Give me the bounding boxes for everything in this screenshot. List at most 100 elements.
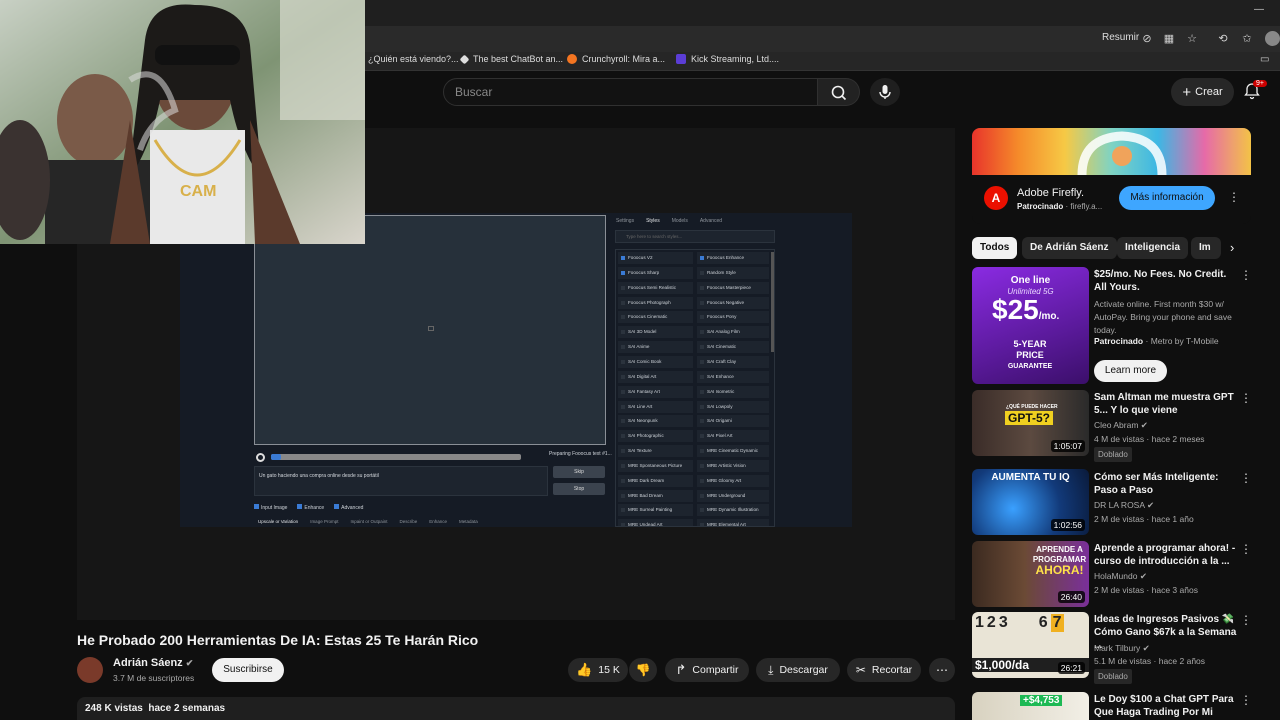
style-option[interactable]: Fooocus V2 (618, 252, 693, 264)
settings-tab[interactable]: Settings (616, 218, 634, 224)
settings-tab[interactable]: Models (672, 218, 688, 224)
more-vertical-icon[interactable]: ⋮ (1240, 613, 1252, 627)
bookmark-item[interactable]: Crunchyroll: Mira a... (567, 54, 665, 64)
bottom-tab[interactable]: Image Prompt (310, 519, 338, 524)
sync-icon[interactable]: ⟲ (1216, 32, 1230, 46)
search-button[interactable] (818, 78, 860, 106)
style-option[interactable]: MRE Elemental Art (697, 519, 769, 526)
stop-button[interactable]: Stop (553, 483, 605, 495)
related-title[interactable]: $25/mo. No Fees. No Credit. All Yours. (1094, 268, 1238, 294)
more-vertical-icon[interactable]: ⋮ (1240, 542, 1252, 556)
favorite-star-icon[interactable]: ☆ (1185, 32, 1199, 46)
summary-button[interactable]: Resumir (1102, 32, 1139, 43)
related-title[interactable]: Aprende a programar ahora! - curso de in… (1094, 542, 1238, 568)
more-actions-button[interactable]: ⋯ (929, 658, 955, 682)
chip-from-channel[interactable]: De Adrián Sáenz (1022, 237, 1117, 259)
style-option[interactable]: SAI Isometric (697, 385, 769, 398)
related-title[interactable]: Cómo ser Más Inteligente: Paso a Paso (1094, 471, 1238, 497)
style-option[interactable]: SAI Comic Book (618, 355, 693, 368)
style-option[interactable]: Fooocus Sharp (618, 266, 693, 279)
bottom-tab[interactable]: Inpaint or Outpaint (350, 519, 387, 524)
extensions-icon[interactable]: ▦ (1162, 32, 1176, 46)
style-option[interactable]: SAI Craft Clay (697, 355, 769, 368)
related-thumbnail[interactable]: APRENDE A PROGRAMAR AHORA! 26:40 (972, 541, 1089, 607)
more-vertical-icon[interactable]: ⋮ (1240, 471, 1252, 485)
style-option[interactable]: MRE Undead Art (618, 519, 693, 526)
related-title[interactable]: Sam Altman me muestra GPT 5... Y lo que … (1094, 391, 1238, 417)
voice-search-button[interactable] (870, 78, 900, 106)
style-option[interactable]: SAI Lowpoly (697, 400, 769, 413)
style-option[interactable]: SAI Analog Film (697, 326, 769, 339)
style-option[interactable]: Fooocus Masterpiece (697, 281, 769, 294)
related-thumbnail[interactable]: ¿QUÉ PUEDE HACER GPT-5? 1:05:07 (972, 390, 1089, 456)
style-option[interactable]: SAI Anime (618, 341, 693, 354)
style-option[interactable]: SAI 3D Model (618, 326, 693, 339)
chip-all[interactable]: Todos (972, 237, 1018, 259)
bookmark-item[interactable]: ¿Quién está viendo?... (368, 54, 459, 64)
style-option[interactable]: SAI Photographic (618, 430, 693, 443)
more-vertical-icon[interactable]: ⋮ (1240, 693, 1252, 707)
picture-in-picture-overlay[interactable]: CAM (0, 0, 365, 244)
bottom-tab[interactable]: Upscale or Variation (258, 519, 298, 524)
bookmark-item[interactable]: Kick Streaming, Ltd.... (676, 54, 779, 64)
style-option[interactable]: Fooocus Photograph (618, 296, 693, 309)
minimize-icon[interactable]: — (1254, 4, 1264, 15)
chip-intelligence[interactable]: Inteligencia (1117, 237, 1189, 259)
other-favorites-icon[interactable]: ▭ (1260, 54, 1269, 65)
ad-card[interactable]: A Adobe Firefly. Patrocinado · firefly.a… (972, 128, 1251, 224)
create-button[interactable]: + Crear (1171, 78, 1234, 106)
style-option[interactable]: MRE Cinematic Dynamic (697, 445, 769, 458)
option-enhance[interactable]: Enhance (297, 504, 324, 511)
settings-tab[interactable]: Advanced (700, 218, 722, 224)
channel-name[interactable]: Adrián Sáenz ✔ (113, 657, 193, 669)
style-option[interactable]: SAI Origami (697, 415, 769, 428)
style-option[interactable]: Fooocus Pony (697, 311, 769, 324)
profile-avatar[interactable] (1265, 31, 1280, 46)
option-input-image[interactable]: Input Image (254, 504, 287, 511)
style-option[interactable]: SAI Neonpunk (618, 415, 693, 428)
style-option[interactable]: SAI Line Art (618, 400, 693, 413)
style-option[interactable]: MRE Surreal Painting (618, 504, 693, 517)
search-input[interactable]: Buscar (443, 78, 818, 106)
style-option[interactable]: SAI Enhance (697, 370, 769, 383)
download-button[interactable]: ⤓ Descargar (756, 658, 840, 682)
style-option[interactable]: MRE Spontaneous Picture (618, 459, 693, 472)
style-option[interactable]: Fooocus Negative (697, 296, 769, 309)
style-option[interactable]: MRE Dynamic Illustration (697, 504, 769, 517)
copilot-icon[interactable]: ⊘ (1140, 32, 1154, 46)
learn-more-button[interactable]: Learn more (1094, 360, 1167, 382)
more-vertical-icon[interactable]: ⋮ (1240, 391, 1252, 405)
chevron-right-icon[interactable]: › (1230, 240, 1234, 255)
share-button[interactable]: ↱ Compartir (665, 658, 749, 682)
channel-avatar[interactable] (77, 657, 103, 683)
dislike-button[interactable]: 👎 (629, 658, 657, 682)
style-option[interactable]: MRE Gloomy Art (697, 474, 769, 487)
like-button[interactable]: 👍 15 K (568, 658, 628, 682)
style-option[interactable]: Fooocus Semi Realistic (618, 281, 693, 294)
settings-tab[interactable]: Styles (646, 218, 660, 224)
styles-scrollbar[interactable] (771, 252, 774, 352)
related-title[interactable]: Le Doy $100 a Chat GPT Para Que Haga Tra… (1094, 693, 1238, 719)
style-option[interactable]: MRE Bad Dream (618, 489, 693, 502)
style-option[interactable]: MRE Dark Dream (618, 474, 693, 487)
style-search-input[interactable]: Type here to search styles... (615, 230, 775, 243)
chip-partial[interactable]: Im (1191, 237, 1221, 259)
style-option[interactable]: MRE Underground (697, 489, 769, 502)
style-option[interactable]: SAI Digital Art (618, 370, 693, 383)
style-option[interactable]: Fooocus Cinematic (618, 311, 693, 324)
bookmark-item[interactable]: The best ChatBot an... (459, 54, 563, 64)
description-box[interactable]: 248 K vistas hace 2 semanas (77, 697, 955, 720)
related-thumbnail[interactable]: 1 2 3 6 7 $1,000/da 26:21 (972, 612, 1089, 678)
notifications-button[interactable]: 9+ (1243, 80, 1267, 102)
related-thumbnail[interactable]: AUMENTA TU IQ 1:02:56 (972, 469, 1089, 535)
style-option[interactable]: SAI Pixel Art (697, 430, 769, 443)
style-option[interactable]: Random Style (697, 266, 769, 279)
skip-button[interactable]: Skip (553, 466, 605, 478)
ad-more-icon[interactable]: ⋮ (1228, 190, 1240, 204)
bottom-tab[interactable]: Describe (399, 519, 417, 524)
option-advanced[interactable]: Advanced (334, 504, 363, 511)
style-option[interactable]: SAI Cinematic (697, 341, 769, 354)
prompt-textarea[interactable]: Un gato haciendo una compra online desde… (254, 466, 548, 496)
related-thumbnail[interactable]: +$4,753 (972, 692, 1089, 720)
style-option[interactable]: MRE Artistic Vision (697, 459, 769, 472)
